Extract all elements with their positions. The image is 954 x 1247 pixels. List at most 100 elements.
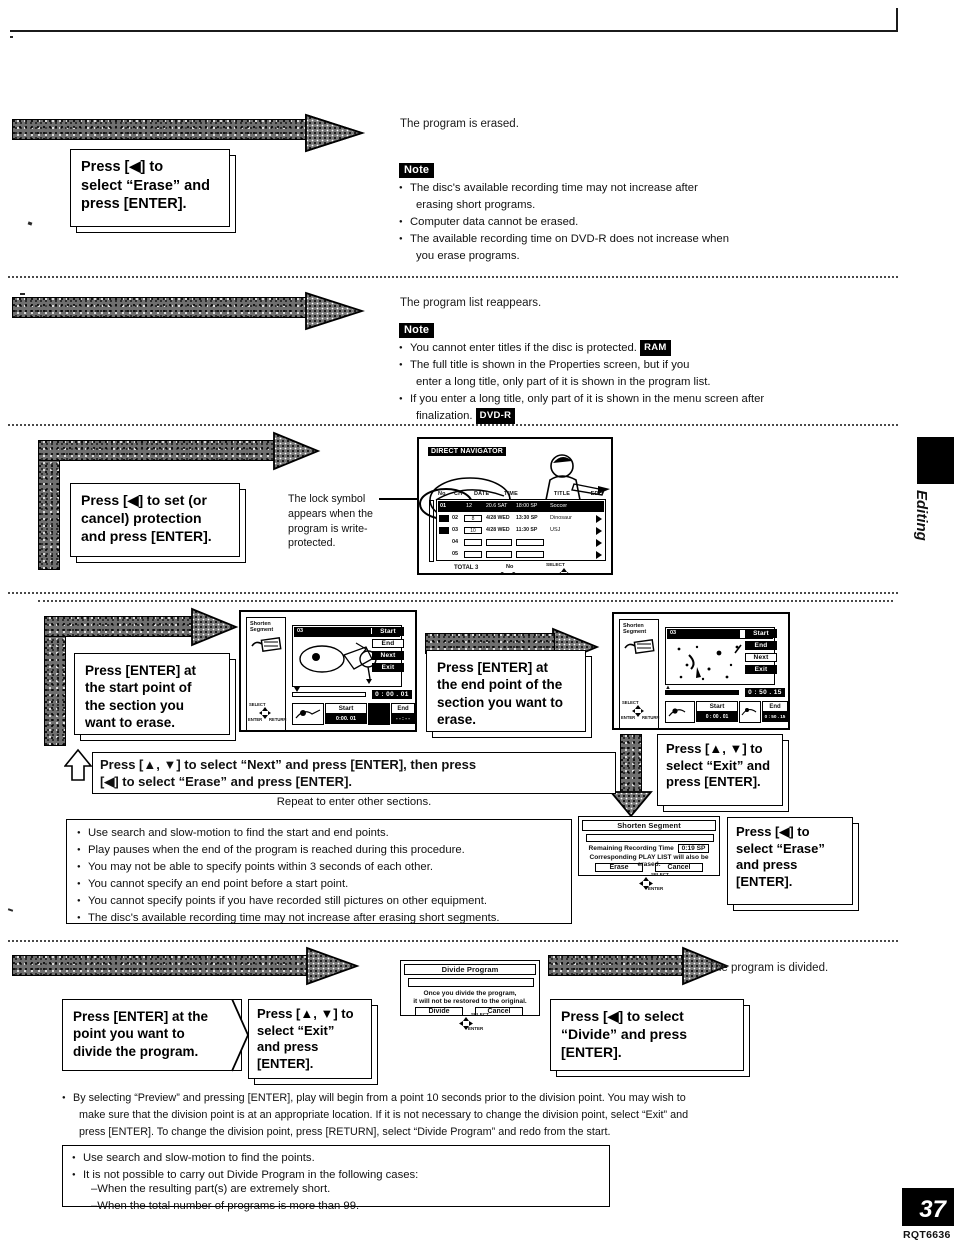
callout-divide-point: Press [ENTER] at the point you want to d… <box>62 999 242 1071</box>
lock-icon <box>439 515 449 522</box>
direct-navigator-screen: DIRECT NAVIGATOR No CH DATE TIME TITLE E… <box>417 437 613 575</box>
program-list-table: 01 12 20.6 SAT 18:00 SP Soccer 02 8 4/28… <box>429 499 606 562</box>
remaining-time-value: 0:19 SP <box>677 844 710 853</box>
note-item: Use search and slow-motion to find the p… <box>72 1150 609 1167</box>
caption-leader-line <box>379 498 419 500</box>
preview-note-block: By selecting “Preview” and pressing [ENT… <box>62 1090 862 1140</box>
hint-enter: ENTER <box>468 1026 484 1031</box>
program-list-header: No CH DATE TIME TITLE EDIT <box>438 491 604 497</box>
scissors-icon <box>624 639 655 654</box>
note-item: You cannot enter titles if the disc is p… <box>399 340 764 357</box>
page-number-box: 37 <box>902 1188 954 1226</box>
osd-button-start[interactable]: Start <box>372 627 404 636</box>
dpad-icon <box>632 705 644 717</box>
scrollbar[interactable] <box>429 500 434 562</box>
osd-side-panel: Shorten Segment SELECT ENTER RETURN <box>619 619 659 728</box>
timecode-display: 0 : 00 . 01 <box>372 690 412 699</box>
table-row[interactable]: 01 12 20.6 SAT 18:00 SP Soccer <box>438 501 604 512</box>
osd-title: DIRECT NAVIGATOR <box>428 447 507 456</box>
thumbnail-start <box>292 703 324 725</box>
program-number: 03 <box>670 630 677 636</box>
note-item: The available recording time on DVD-R do… <box>399 231 729 265</box>
note-item: You may not be able to specify points wi… <box>77 859 571 876</box>
end-marker-block: End - - : - - <box>391 703 415 725</box>
note-item: You cannot specify points if you have re… <box>77 893 571 910</box>
osd-button-exit[interactable]: Exit <box>372 663 404 672</box>
document-code: RQT6636 <box>903 1229 951 1241</box>
note-item: By selecting “Preview” and pressing [ENT… <box>62 1090 862 1140</box>
crop-mark-top <box>10 30 898 32</box>
osd-button-start[interactable]: Start <box>745 629 777 638</box>
callout-line: press [ENTER]. <box>81 196 187 213</box>
note-item: Play pauses when the end of the program … <box>77 842 571 859</box>
osd-button-next[interactable]: Next <box>372 651 404 660</box>
section-divider <box>8 940 898 942</box>
osd-button-exit[interactable]: Exit <box>745 665 777 674</box>
dialog-line-1: Once you divide the program, <box>423 990 517 997</box>
osd-button-next[interactable]: Next <box>745 653 777 662</box>
table-row[interactable]: 02 8 4/28 WED 13:30 SP Dinosaur <box>438 513 604 524</box>
section-tab-marker <box>917 437 954 484</box>
callout-select-exit-divide: Press [▲, ▼] to select “Exit” and press … <box>248 999 372 1079</box>
scan-speck <box>10 36 13 38</box>
callout-select-exit-shorten: Press [▲, ▼] to select “Exit” and press … <box>657 734 783 806</box>
note-item: You cannot specify an end point before a… <box>77 876 571 893</box>
table-row[interactable]: 05 <box>438 549 604 560</box>
shorten-segment-dialog: Shorten Segment Remaining Recording Time… <box>578 816 720 876</box>
start-marker-block: Start 0 : 00 . 01 <box>696 701 738 723</box>
section-divider-inner <box>38 600 893 602</box>
callout-line: cancel) protection <box>81 509 202 526</box>
callout-select-erase: Press [◀] to select “Erase” and press [E… <box>70 149 230 227</box>
table-row[interactable]: 03 10 4/28 WED 11:30 SP USJ <box>438 525 604 536</box>
note-item: The full title is shown in the Propertie… <box>399 357 764 391</box>
scan-speck <box>27 221 33 226</box>
edit-arrow-icon[interactable] <box>596 539 602 547</box>
dialog-title: Divide Program <box>404 964 536 975</box>
lock-icon <box>439 527 449 534</box>
program-number: 03 <box>297 628 304 634</box>
note-item: The disc's available recording time may … <box>399 180 729 214</box>
progress-bar[interactable] <box>665 690 739 695</box>
flow-arrow-divide <box>12 955 312 976</box>
end-marker-block: End 0 : 50 . 15 <box>762 701 788 723</box>
dialog-title: Shorten Segment <box>582 820 716 831</box>
note-item: Computer data cannot be erased. <box>399 214 729 231</box>
flow-arrow-down-shaft <box>620 734 642 796</box>
section-divider <box>8 276 898 278</box>
dialog-button-cancel[interactable]: Cancel <box>655 863 703 872</box>
hint-return: RETURN <box>574 573 594 575</box>
progress-bar[interactable] <box>292 692 366 697</box>
flow-arrow-divided <box>548 955 688 976</box>
callout-line: select “Erase” and <box>81 177 210 194</box>
osd-button-end[interactable]: End <box>372 639 404 648</box>
callout-set-protection: Press [◀] to set (or cancel) protection … <box>70 483 240 557</box>
crop-mark-top-right <box>896 8 898 32</box>
thumbnail-start <box>665 701 695 723</box>
manual-page: Press [◀] to select “Erase” and press [E… <box>0 0 954 1247</box>
flow-arrow-head-protect <box>273 431 321 471</box>
table-row[interactable]: 04 <box>438 537 604 548</box>
callout-select-erase-shorten: Press [◀] to select “Erase” and press [E… <box>727 817 853 905</box>
dialog-button-erase[interactable]: Erase <box>595 863 643 872</box>
result-text-divided: The program is divided. <box>708 962 829 974</box>
edit-arrow-icon[interactable] <box>596 515 602 523</box>
counter-value: 0 - 0 <box>500 571 516 573</box>
hint-select: SELECT <box>471 1012 489 1017</box>
edit-arrow-icon[interactable] <box>596 527 602 535</box>
playhead-marker <box>294 687 300 692</box>
osd-button-end[interactable]: End <box>745 641 777 650</box>
edit-arrow-icon[interactable] <box>596 551 602 559</box>
note-label: Note <box>399 323 435 338</box>
result-text-erased: The program is erased. <box>400 118 519 130</box>
note-label: Note <box>399 163 435 178</box>
dpad-icon <box>259 707 271 719</box>
scan-speck <box>7 908 14 912</box>
divide-notes-box: Use search and slow-motion to find the p… <box>62 1145 610 1212</box>
shorten-segment-screen-right: Shorten Segment SELECT ENTER RETURN 03 S… <box>612 612 790 730</box>
ram-badge: RAM <box>640 340 671 357</box>
hint-select: SELECT <box>651 872 669 877</box>
dialog-progress-bar <box>586 834 714 842</box>
timecode-display: 0 : 50 . 15 <box>745 688 785 697</box>
dialog-progress-bar <box>408 978 534 987</box>
dialog-button-divide[interactable]: Divide <box>415 1007 463 1016</box>
